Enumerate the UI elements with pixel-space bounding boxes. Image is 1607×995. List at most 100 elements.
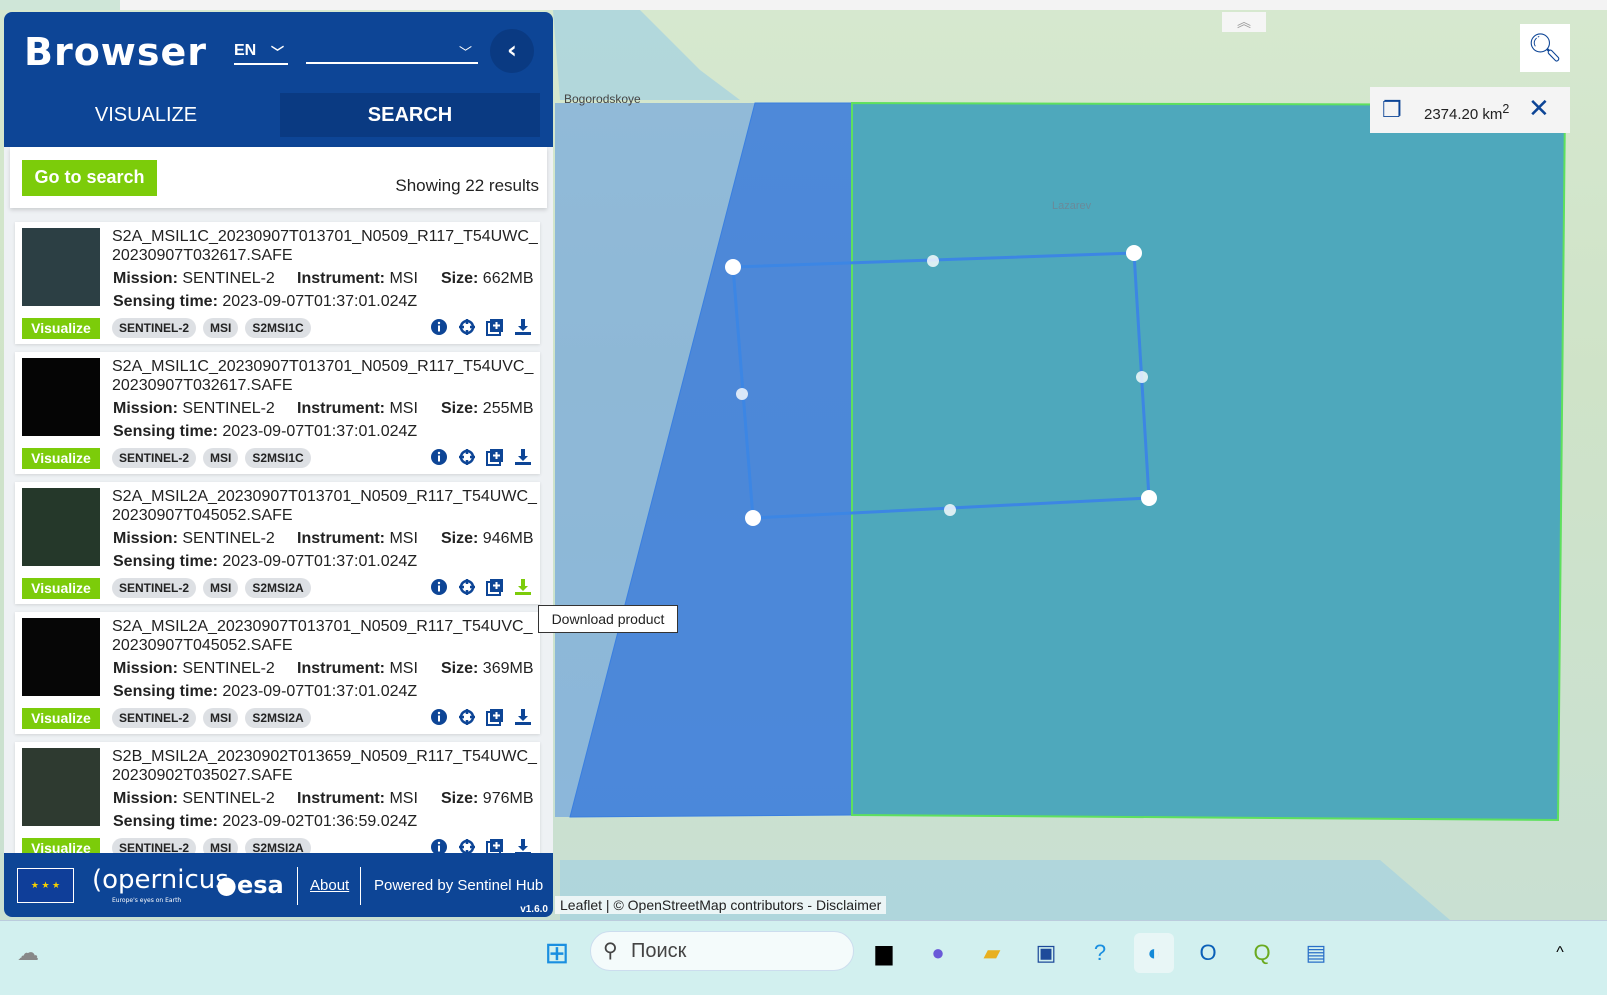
chevron-left-icon: ‹ (507, 36, 517, 64)
document-icon[interactable]: ▤ (1296, 933, 1336, 973)
size-value: 255MB (482, 400, 534, 417)
result-card[interactable]: S2B_MSIL2A_20230902T013659_N0509_R117_T5… (15, 742, 540, 864)
tag-badge: MSI (203, 578, 239, 598)
edge-icon[interactable]: ◐ (1134, 933, 1174, 973)
language-select[interactable]: EN ﹀ (234, 42, 288, 65)
download-icon[interactable] (513, 447, 532, 466)
mission-label: Mission: (113, 790, 178, 807)
zoom-to-tile-icon[interactable] (457, 447, 476, 466)
area-unit-sup: 2 (1502, 102, 1510, 116)
mission-value: SENTINEL-2 (182, 530, 275, 547)
collapse-panel-button[interactable]: ‹ (490, 29, 534, 73)
result-card[interactable]: S2A_MSIL2A_20230907T013701_N0509_R117_T5… (15, 482, 540, 604)
task-view-icon[interactable]: ▆ (864, 933, 904, 973)
sensing-time-label: Sensing time: (113, 813, 218, 830)
download-icon[interactable] (513, 317, 532, 336)
info-icon[interactable] (429, 707, 448, 726)
search-placeholder: Поиск (631, 940, 687, 962)
mission-value: SENTINEL-2 (182, 660, 275, 677)
size-label: Size: (441, 530, 479, 547)
add-to-compare-icon[interactable] (485, 707, 504, 726)
taskbar-search-input[interactable]: ⚲ Поиск (590, 931, 854, 971)
sensing-time-value: 2023-09-02T01:36:59.024Z (222, 813, 418, 830)
chevron-up-icon[interactable]: ^ (1540, 933, 1580, 973)
tab-search[interactable]: SEARCH (280, 93, 540, 137)
search-icon: ⚲ (603, 940, 618, 962)
weather-icon[interactable]: ☁ (8, 933, 48, 973)
powered-by-link[interactable]: Powered by Sentinel Hub (374, 877, 543, 894)
visualize-button[interactable]: Visualize (22, 448, 100, 469)
result-thumbnail[interactable] (22, 358, 100, 436)
help-icon[interactable]: ? (1080, 933, 1120, 973)
selected-tile-footprint[interactable] (851, 101, 1567, 822)
zoom-to-tile-icon[interactable] (457, 317, 476, 336)
result-card[interactable]: S2A_MSIL2A_20230907T013701_N0509_R117_T5… (15, 612, 540, 734)
mission-value: SENTINEL-2 (182, 790, 275, 807)
store-icon[interactable]: ▣ (1026, 933, 1066, 973)
tag-badge: S2MSI1C (245, 318, 311, 338)
area-info-box: ❐ 2374.20 km2 ✕ (1370, 87, 1570, 133)
esa-logo: ●esa (216, 871, 284, 899)
app-title: Browser (24, 30, 208, 74)
download-icon[interactable] (513, 707, 532, 726)
visualize-button[interactable]: Visualize (22, 318, 100, 339)
instrument-label: Instrument: (297, 790, 385, 807)
result-thumbnail[interactable] (22, 488, 100, 566)
info-icon[interactable] (429, 577, 448, 596)
add-to-compare-icon[interactable] (485, 317, 504, 336)
info-icon[interactable] (429, 317, 448, 336)
add-to-compare-icon[interactable] (485, 447, 504, 466)
sensing-time-label: Sensing time: (113, 423, 218, 440)
result-thumbnail[interactable] (22, 228, 100, 306)
tooltip: Download product (538, 605, 678, 633)
panel-header: Browser EN ﹀ ﹀ ‹ VISUALIZE SEARCH (4, 12, 553, 147)
instrument-value: MSI (389, 400, 418, 417)
instrument-value: MSI (389, 270, 418, 287)
map-search-button[interactable]: 🔍︎ (1520, 24, 1570, 72)
instrument-label: Instrument: (297, 270, 385, 287)
zoom-to-tile-icon[interactable] (457, 577, 476, 596)
result-card[interactable]: S2A_MSIL1C_20230907T013701_N0509_R117_T5… (15, 222, 540, 344)
mission-label: Mission: (113, 270, 178, 287)
size-value: 662MB (482, 270, 534, 287)
mission-label: Mission: (113, 660, 178, 677)
sensing-time-label: Sensing time: (113, 683, 218, 700)
about-link[interactable]: About (310, 877, 349, 894)
copy-icon[interactable]: ❐ (1382, 97, 1402, 123)
search-icon: 🔍︎ (1527, 32, 1563, 63)
collapse-toggle-icon[interactable]: ︽ (1222, 12, 1266, 32)
eu-logo: ★ ★ ★ (17, 868, 74, 903)
result-thumbnail[interactable] (22, 748, 100, 826)
version-label: v1.6.0 (520, 904, 548, 915)
go-to-search-button[interactable]: Go to search (22, 160, 157, 196)
tag-badge: MSI (203, 318, 239, 338)
sensing-time-value: 2023-09-07T01:37:01.024Z (222, 683, 418, 700)
info-icon[interactable] (429, 447, 448, 466)
result-thumbnail[interactable] (22, 618, 100, 696)
close-icon[interactable]: ✕ (1528, 94, 1550, 124)
zoom-to-tile-icon[interactable] (457, 707, 476, 726)
size-value: 976MB (482, 790, 534, 807)
results-header: Go to search Showing 22 results (10, 147, 547, 208)
add-to-compare-icon[interactable] (485, 577, 504, 596)
file-explorer-icon[interactable]: ▰ (972, 933, 1012, 973)
visualize-button[interactable]: Visualize (22, 708, 100, 729)
tag-badge: SENTINEL-2 (112, 708, 197, 728)
theme-select[interactable]: ﹀ (306, 42, 478, 64)
panel-footer: ★ ★ ★ (opernicus Europe's eyes on Earth ●… (4, 853, 553, 917)
qgis-icon[interactable]: Q (1242, 933, 1282, 973)
visualize-button[interactable]: Visualize (22, 578, 100, 599)
results-count: Showing 22 results (395, 176, 539, 195)
sensing-time-value: 2023-09-07T01:37:01.024Z (222, 423, 418, 440)
download-icon[interactable] (513, 577, 532, 596)
windows-start-icon[interactable]: ⊞ (537, 933, 577, 973)
outlook-icon[interactable]: O (1188, 933, 1228, 973)
instrument-label: Instrument: (297, 530, 385, 547)
tag-badge: S2MSI1C (245, 448, 311, 468)
mission-value: SENTINEL-2 (182, 400, 275, 417)
meet-icon[interactable]: ● (918, 933, 958, 973)
map-attribution[interactable]: Leaflet | © OpenStreetMap contributors -… (555, 896, 887, 914)
result-card[interactable]: S2A_MSIL1C_20230907T013701_N0509_R117_T5… (15, 352, 540, 474)
chevron-down-icon: ﹀ (270, 45, 284, 60)
tab-visualize[interactable]: VISUALIZE (16, 93, 276, 137)
